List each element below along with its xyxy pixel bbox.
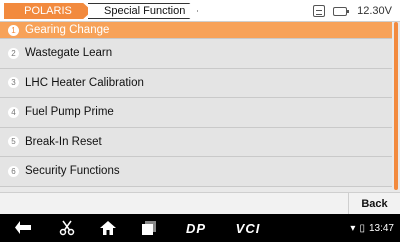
list-item-lhc-heater-calibration[interactable]: 3 LHC Heater Calibration: [0, 68, 392, 98]
wifi-icon: ▾: [350, 222, 356, 234]
list-item-fuel-pump-prime[interactable]: 4 Fuel Pump Prime: [0, 98, 392, 128]
home-icon[interactable]: [93, 214, 123, 242]
footer-bar: Back: [0, 192, 400, 215]
scissors-icon[interactable]: [52, 214, 82, 242]
dp-label: DP: [185, 220, 207, 236]
list-item-break-in-reset[interactable]: 5 Break-In Reset: [0, 127, 392, 157]
dp-button[interactable]: DP: [178, 214, 214, 242]
item-number: 1: [8, 24, 19, 36]
item-number: 6: [8, 165, 19, 177]
item-label: Gearing Change: [25, 24, 110, 36]
item-label: Break-In Reset: [25, 135, 102, 148]
breadcrumb-function[interactable]: Special Function: [88, 0, 200, 22]
sim-icon: ▯: [359, 222, 365, 234]
vci-button[interactable]: VCI: [228, 214, 268, 242]
back-button[interactable]: Back: [348, 193, 400, 215]
item-number: 4: [8, 106, 19, 118]
back-arrow-icon[interactable]: [8, 214, 38, 242]
breadcrumb-brand[interactable]: POLARIS: [4, 0, 92, 22]
item-number: 5: [8, 136, 19, 148]
top-bar: POLARIS Special Function 12.30V: [0, 0, 400, 22]
item-label: Wastegate Learn: [25, 47, 113, 60]
list-item-gearing-change[interactable]: 1 Gearing Change: [0, 22, 392, 39]
item-number: 2: [8, 47, 19, 59]
function-list: 1 Gearing Change 2 Wastegate Learn 3 LHC…: [0, 22, 392, 187]
clock: 13:47: [368, 222, 394, 234]
recent-apps-icon[interactable]: [134, 214, 164, 242]
vci-label: VCI: [235, 220, 261, 236]
status-area: 12.30V: [313, 0, 392, 22]
item-number: 3: [8, 77, 19, 89]
system-status: ▾ ▯ 13:47: [350, 214, 394, 242]
item-label: Fuel Pump Prime: [25, 106, 114, 119]
list-item-wastegate-learn[interactable]: 2 Wastegate Learn: [0, 39, 392, 69]
item-label: LHC Heater Calibration: [25, 76, 144, 89]
breadcrumb-brand-label: POLARIS: [24, 5, 72, 17]
voltage-readout: 12.30V: [357, 5, 392, 17]
battery-icon: [333, 6, 350, 16]
list-item-security-functions[interactable]: 6 Security Functions: [0, 157, 392, 187]
scrollbar-thumb[interactable]: [394, 22, 398, 190]
system-nav-bar: DP VCI ▾ ▯ 13:47: [0, 214, 400, 242]
item-label: Security Functions: [25, 165, 120, 178]
breadcrumb-function-label: Special Function: [104, 5, 186, 17]
print-icon[interactable]: [313, 5, 326, 17]
